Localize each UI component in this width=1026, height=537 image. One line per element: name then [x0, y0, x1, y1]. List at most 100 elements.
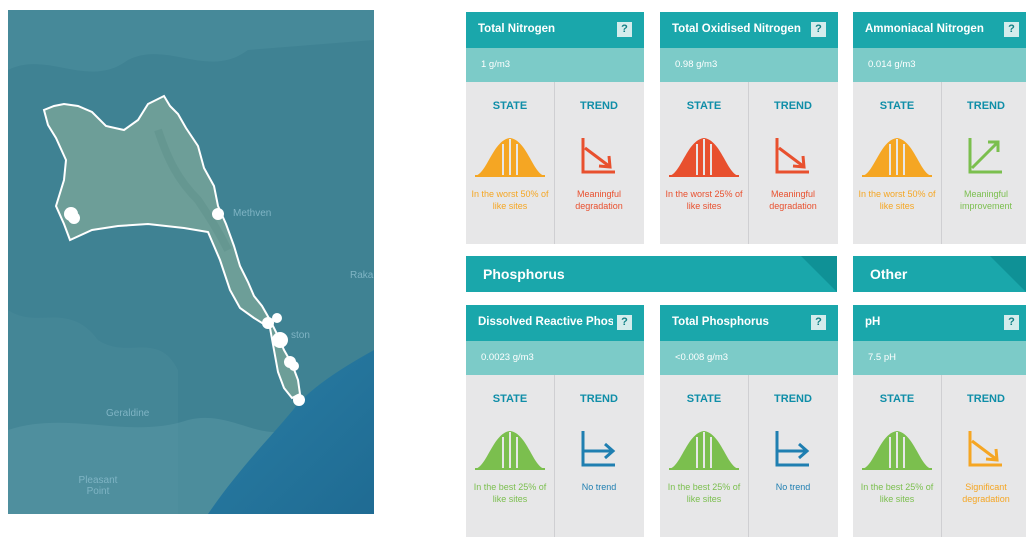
- bell-curve-graphic: [862, 138, 932, 177]
- help-button[interactable]: ?: [1004, 315, 1019, 330]
- trend-description: Significant degradation: [962, 482, 1010, 504]
- site-marker[interactable]: [272, 332, 288, 348]
- state-description: In the best 25% of like sites: [473, 482, 547, 504]
- state-heading: STATE: [492, 393, 528, 405]
- map-label-raka: Raka: [350, 270, 374, 281]
- state-column: STATE In the worst 25% of like sites: [660, 82, 748, 244]
- state-heading: STATE: [686, 100, 722, 112]
- banner-corner: [801, 256, 837, 292]
- state-heading: STATE: [879, 393, 915, 405]
- trend-graphic: [968, 138, 1002, 174]
- card-value: 1 g/m3: [481, 59, 511, 70]
- bell-curve-graphic: [475, 431, 545, 470]
- site-marker[interactable]: [262, 317, 274, 329]
- trend-graphic: [775, 138, 809, 174]
- help-button[interactable]: ?: [617, 315, 632, 330]
- help-button[interactable]: ?: [617, 22, 632, 37]
- card-value-bar: 0.014 g/m3: [853, 48, 1026, 82]
- card-value-bar: 7.5 pH: [853, 341, 1026, 375]
- card-value: 0.98 g/m3: [675, 59, 718, 70]
- state-description: In the worst 50% of like sites: [471, 189, 549, 211]
- trend-heading: TREND: [967, 393, 1005, 405]
- trend-description: No trend: [775, 482, 811, 492]
- site-marker[interactable]: [289, 361, 299, 371]
- trend-column: TREND Meaningful degradation: [555, 82, 643, 244]
- state-column: STATE In the best 25% of like sites: [466, 375, 554, 537]
- card-header: Total Oxidised Nitrogen ?: [660, 12, 838, 48]
- site-marker[interactable]: [212, 208, 224, 220]
- trend-down-arrow-icon: [964, 427, 1008, 476]
- card-header: Total Phosphorus ?: [660, 305, 838, 341]
- card-header: Dissolved Reactive Phos... ?: [466, 305, 644, 341]
- bell-curve-icon: [667, 134, 741, 183]
- card-value-bar: 0.98 g/m3: [660, 48, 838, 82]
- site-marker[interactable]: [293, 394, 305, 406]
- indicator-card: Total Phosphorus ? <0.008 g/m3 STATE In …: [660, 305, 838, 537]
- trend-graphic: [581, 138, 615, 174]
- bell-curve-icon: [860, 134, 934, 183]
- state-description: In the best 25% of like sites: [860, 482, 934, 504]
- help-button[interactable]: ?: [811, 22, 826, 37]
- bell-curve-graphic: [669, 138, 739, 177]
- indicator-card: pH ? 7.5 pH STATE In the best 25% of lik…: [853, 305, 1026, 537]
- trend-down-arrow-icon: [771, 134, 815, 183]
- map-label-town: ston: [291, 330, 310, 341]
- card-value-bar: 1 g/m3: [466, 48, 644, 82]
- state-column: STATE In the best 25% of like sites: [660, 375, 748, 537]
- card-value: <0.008 g/m3: [675, 352, 729, 363]
- catchment-map[interactable]: Methven Raka ston Geraldine Pleasant Poi…: [8, 10, 374, 514]
- bell-curve-graphic: [862, 431, 932, 470]
- trend-graphic: [581, 431, 616, 467]
- site-marker[interactable]: [68, 212, 80, 224]
- card-value: 7.5 pH: [868, 352, 896, 363]
- state-column: STATE In the worst 50% of like sites: [466, 82, 554, 244]
- indicator-card: Total Nitrogen ? 1 g/m3 STATE In the wor…: [466, 12, 644, 244]
- card-value-bar: 0.0023 g/m3: [466, 341, 644, 375]
- card-title: Total Nitrogen: [478, 23, 556, 35]
- section-title: Other: [870, 266, 908, 282]
- trend-column: TREND Significant degradation: [942, 375, 1026, 537]
- trend-heading: TREND: [580, 100, 618, 112]
- card-title: Ammoniacal Nitrogen: [865, 23, 984, 35]
- trend-heading: TREND: [580, 393, 618, 405]
- state-description: In the best 25% of like sites: [667, 482, 741, 504]
- card-header: Ammoniacal Nitrogen ?: [853, 12, 1026, 48]
- trend-column: TREND No trend: [749, 375, 837, 537]
- bell-curve-graphic: [669, 431, 739, 470]
- trend-heading: TREND: [774, 100, 812, 112]
- trend-up-arrow-icon: [964, 134, 1008, 183]
- state-column: STATE In the best 25% of like sites: [853, 375, 941, 537]
- state-description: In the worst 50% of like sites: [858, 189, 936, 211]
- map-label-methven: Methven: [233, 208, 272, 219]
- section-banner-other: Other: [853, 256, 1026, 292]
- card-value-bar: <0.008 g/m3: [660, 341, 838, 375]
- bell-curve-icon: [473, 134, 547, 183]
- map-label-pleasant-point: Pleasant Point: [78, 475, 118, 497]
- help-button[interactable]: ?: [811, 315, 826, 330]
- state-heading: STATE: [686, 393, 722, 405]
- indicator-card: Ammoniacal Nitrogen ? 0.014 g/m3 STATE I…: [853, 12, 1026, 244]
- section-banner-phosphorus: Phosphorus: [466, 256, 837, 292]
- map-canvas[interactable]: [8, 10, 374, 514]
- map-label-geraldine: Geraldine: [106, 408, 150, 419]
- help-button[interactable]: ?: [1004, 22, 1019, 37]
- trend-description: No trend: [581, 482, 617, 492]
- trend-flat-arrow-icon: [771, 427, 815, 476]
- indicator-card: Total Oxidised Nitrogen ? 0.98 g/m3 STAT…: [660, 12, 838, 244]
- card-value: 0.014 g/m3: [868, 59, 916, 70]
- trend-column: TREND Meaningful improvement: [942, 82, 1026, 244]
- bell-curve-icon: [667, 427, 741, 476]
- bell-curve-icon: [860, 427, 934, 476]
- banner-corner: [990, 256, 1026, 292]
- card-title: pH: [865, 316, 881, 328]
- trend-description: Meaningful degradation: [575, 189, 623, 211]
- trend-column: TREND No trend: [555, 375, 643, 537]
- trend-down-arrow-icon: [577, 134, 621, 183]
- trend-flat-arrow-icon: [577, 427, 621, 476]
- card-header: Total Nitrogen ?: [466, 12, 644, 48]
- state-heading: STATE: [492, 100, 528, 112]
- trend-description: Meaningful degradation: [769, 189, 817, 211]
- trend-graphic: [775, 431, 810, 467]
- card-header: pH ?: [853, 305, 1026, 341]
- state-heading: STATE: [879, 100, 915, 112]
